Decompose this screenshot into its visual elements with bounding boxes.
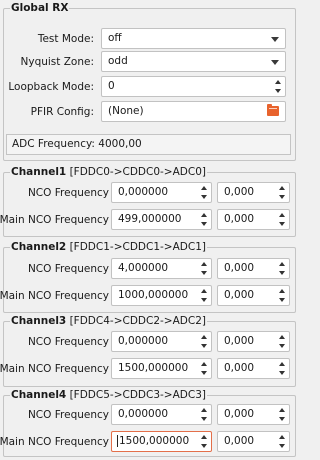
spin-down-icon[interactable] xyxy=(201,444,207,448)
spin-up-icon[interactable] xyxy=(275,80,281,84)
spin-down-icon[interactable] xyxy=(279,371,285,375)
text-caret xyxy=(117,435,118,447)
channel4-nco-label: NCO Frequency xyxy=(27,409,109,421)
channel2-main-nco-label: Main NCO Frequency xyxy=(0,290,109,302)
spin-up-icon[interactable] xyxy=(201,213,207,217)
spin-down-icon[interactable] xyxy=(279,271,285,275)
spin-up-icon[interactable] xyxy=(279,186,285,190)
spin-down-icon[interactable] xyxy=(201,344,207,348)
spin-up-icon[interactable] xyxy=(279,262,285,266)
global-rx-title: Global RX xyxy=(10,2,70,14)
channel4-main-nco-label: Main NCO Frequency xyxy=(0,436,109,448)
spin-down-icon[interactable] xyxy=(279,298,285,302)
channel1-main-nco-phase-spinbox[interactable]: 0,000 xyxy=(217,209,290,230)
spin-down-icon[interactable] xyxy=(279,195,285,199)
spin-down-icon[interactable] xyxy=(275,89,281,93)
spin-down-icon[interactable] xyxy=(279,417,285,421)
spin-up-icon[interactable] xyxy=(201,362,207,366)
channel3-main-nco-label: Main NCO Frequency xyxy=(0,363,109,375)
spin-down-icon[interactable] xyxy=(279,344,285,348)
spin-up-icon[interactable] xyxy=(201,289,207,293)
spin-up-icon[interactable] xyxy=(201,408,207,412)
spin-down-icon[interactable] xyxy=(201,222,207,226)
channel4-nco-phase-spinbox[interactable]: 0,000 xyxy=(217,404,290,425)
pfir-config-label: PFIR Config: xyxy=(30,106,94,118)
channel4-main-nco-phase-spinbox[interactable]: 0,000 xyxy=(217,431,290,452)
chevron-down-icon xyxy=(271,60,279,65)
channel1-nco-label: NCO Frequency xyxy=(27,187,109,199)
spin-up-icon[interactable] xyxy=(201,435,207,439)
channel3-nco-frequency-spinbox[interactable]: 0,000000 xyxy=(111,331,212,352)
pfir-config-field[interactable]: (None) xyxy=(101,101,286,122)
spin-up-icon[interactable] xyxy=(279,435,285,439)
folder-open-icon[interactable] xyxy=(267,104,279,116)
spin-up-icon[interactable] xyxy=(279,362,285,366)
spin-up-icon[interactable] xyxy=(201,335,207,339)
channel3-nco-phase-spinbox[interactable]: 0,000 xyxy=(217,331,290,352)
spin-up-icon[interactable] xyxy=(279,335,285,339)
channel3-title: Channel3 [FDDC4->CDDC2->ADC2] xyxy=(10,315,207,327)
spin-up-icon[interactable] xyxy=(279,289,285,293)
test-mode-label: Test Mode: xyxy=(37,33,94,45)
spin-down-icon[interactable] xyxy=(201,195,207,199)
loopback-mode-spinbox[interactable]: 0 xyxy=(101,76,286,97)
channel4-nco-frequency-spinbox[interactable]: 0,000000 xyxy=(111,404,212,425)
spin-down-icon[interactable] xyxy=(201,298,207,302)
channel2-main-nco-phase-spinbox[interactable]: 0,000 xyxy=(217,285,290,306)
channel2-nco-frequency-spinbox[interactable]: 4,000000 xyxy=(111,258,212,279)
nyquist-zone-label: Nyquist Zone: xyxy=(20,56,95,68)
chevron-down-icon xyxy=(271,37,279,42)
channel3-nco-label: NCO Frequency xyxy=(27,336,109,348)
channel1-main-nco-label: Main NCO Frequency xyxy=(0,214,109,226)
spin-down-icon[interactable] xyxy=(279,222,285,226)
spin-down-icon[interactable] xyxy=(201,271,207,275)
spin-down-icon[interactable] xyxy=(279,444,285,448)
channel1-nco-frequency-spinbox[interactable]: 0,000000 xyxy=(111,182,212,203)
channel3-main-nco-frequency-spinbox[interactable]: 1500,000000 xyxy=(111,358,212,379)
spin-up-icon[interactable] xyxy=(279,408,285,412)
channel2-title: Channel2 [FDDC1->CDDC1->ADC1] xyxy=(10,241,207,253)
channel2-main-nco-frequency-spinbox[interactable]: 1000,000000 xyxy=(111,285,212,306)
spin-up-icon[interactable] xyxy=(201,186,207,190)
spin-down-icon[interactable] xyxy=(201,417,207,421)
adc-frequency-display: ADC Frequency: 4000,00 xyxy=(6,134,291,155)
channel2-nco-phase-spinbox[interactable]: 0,000 xyxy=(217,258,290,279)
channel4-title: Channel4 [FDDC5->CDDC3->ADC3] xyxy=(10,389,207,401)
nyquist-zone-select[interactable]: odd xyxy=(101,51,286,72)
spin-up-icon[interactable] xyxy=(279,213,285,217)
spin-up-icon[interactable] xyxy=(201,262,207,266)
channel1-main-nco-frequency-spinbox[interactable]: 499,000000 xyxy=(111,209,212,230)
channel2-nco-label: NCO Frequency xyxy=(27,263,109,275)
channel3-main-nco-phase-spinbox[interactable]: 0,000 xyxy=(217,358,290,379)
channel4-main-nco-frequency-spinbox[interactable]: 1500,000000 xyxy=(111,431,212,452)
loopback-mode-label: Loopback Mode: xyxy=(8,81,94,93)
test-mode-select[interactable]: off xyxy=(101,28,286,49)
channel1-nco-phase-spinbox[interactable]: 0,000 xyxy=(217,182,290,203)
channel1-title: Channel1 [FDDC0->CDDC0->ADC0] xyxy=(10,166,207,178)
spin-down-icon[interactable] xyxy=(201,371,207,375)
